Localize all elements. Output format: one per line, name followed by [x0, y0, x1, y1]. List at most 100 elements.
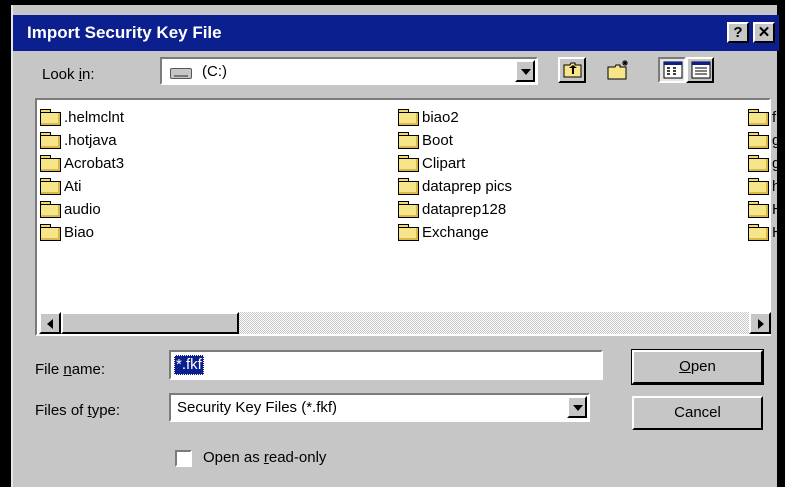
file-name: .hotjava: [64, 132, 117, 149]
list-item[interactable]: H: [748, 223, 783, 245]
file-name: biao2: [422, 109, 459, 126]
list-item[interactable]: fr: [748, 108, 781, 130]
file-name: H: [772, 224, 783, 241]
read-only-label[interactable]: Open as read-only: [203, 449, 326, 466]
list-item[interactable]: h: [748, 177, 780, 199]
files-of-type-dropdown[interactable]: Security Key Files (*.fkf): [169, 393, 590, 422]
open-button[interactable]: Open: [631, 349, 764, 385]
files-of-type-label: Files of type:: [35, 402, 120, 419]
arrow-left-icon: [47, 319, 53, 329]
files-of-type-label-text: Files of: [35, 402, 88, 419]
list-item[interactable]: Ati: [40, 177, 82, 199]
list-item[interactable]: .helmclnt: [40, 108, 124, 130]
file-name: g: [772, 132, 781, 149]
files-of-type-dropdown-button[interactable]: [567, 396, 587, 418]
file-name: h: [772, 178, 781, 195]
files-of-type-label-suffix: ype:: [91, 402, 121, 419]
file-name: dataprep128: [422, 201, 507, 218]
file-name: Boot: [422, 132, 453, 149]
read-only-checkbox[interactable]: [175, 450, 192, 467]
folder-icon: [748, 201, 769, 218]
details-view-icon: [691, 61, 711, 79]
folder-icon: [748, 155, 769, 172]
folder-icon: [40, 201, 61, 218]
file-name-input[interactable]: *.fkf: [169, 350, 603, 380]
folder-icon: [398, 109, 419, 126]
folder-icon: [748, 132, 769, 149]
list-item[interactable]: Acrobat3: [40, 154, 124, 176]
folder-icon: [398, 132, 419, 149]
help-button[interactable]: ?: [727, 22, 749, 43]
folder-icon: [40, 109, 61, 126]
folder-icon: [40, 224, 61, 241]
up-one-level-icon: [563, 62, 582, 78]
file-list[interactable]: .helmclnt .hotjava Acrobat3 Ati audio Bi…: [35, 98, 783, 336]
list-item[interactable]: audio: [40, 200, 101, 222]
file-name: Ati: [64, 178, 82, 195]
list-item[interactable]: Boot: [398, 131, 453, 153]
file-name: Clipart: [422, 155, 466, 172]
scroll-right-button[interactable]: [749, 312, 771, 334]
list-item[interactable]: Clipart: [398, 154, 465, 176]
list-item[interactable]: dataprep pics: [398, 177, 512, 199]
file-name-label-text: File: [35, 361, 64, 378]
file-name-label-suffix: ame:: [71, 361, 106, 378]
folder-icon: [398, 224, 419, 241]
look-in-value: (C:): [202, 63, 227, 80]
folder-icon: [40, 155, 61, 172]
folder-icon: [398, 201, 419, 218]
file-name-value: *.fkf: [174, 355, 204, 375]
folder-icon: [40, 178, 61, 195]
list-item[interactable]: dataprep128: [398, 200, 506, 222]
scrollbar-thumb[interactable]: [61, 312, 239, 334]
list-item[interactable]: Exchange: [398, 223, 489, 245]
file-name-label: File name:: [35, 361, 105, 378]
file-name-access-key: n: [63, 361, 72, 378]
file-name: audio: [64, 201, 101, 218]
dialog-title: Import Security Key File: [27, 23, 222, 42]
look-in-dropdown[interactable]: (C:): [160, 57, 538, 85]
list-item[interactable]: g: [748, 131, 780, 153]
file-name: Exchange: [422, 224, 489, 241]
look-in-label: Look in:: [42, 66, 95, 83]
look-in-label-suffix: n:: [82, 66, 95, 83]
up-one-level-button[interactable]: [558, 57, 586, 83]
read-only-label-suffix: ead-only: [268, 449, 327, 466]
scroll-left-button[interactable]: [39, 312, 61, 334]
list-item[interactable]: H: [748, 200, 783, 222]
hard-drive-icon: [170, 68, 192, 79]
open-access-key: O: [679, 358, 691, 375]
details-view-button[interactable]: [686, 57, 714, 83]
look-in-dropdown-button[interactable]: [515, 60, 535, 82]
file-name: Acrobat3: [64, 155, 125, 172]
window-border-left: [0, 0, 11, 487]
folder-icon: [398, 178, 419, 195]
import-security-key-dialog: Import Security Key File ? ✕ Look in: (C…: [11, 5, 783, 487]
file-name: dataprep pics: [422, 178, 513, 195]
create-new-folder-icon: [607, 60, 628, 80]
list-item[interactable]: Biao: [40, 223, 94, 245]
chevron-down-icon: [521, 69, 531, 75]
create-new-folder-button[interactable]: [604, 57, 632, 83]
horizontal-scrollbar[interactable]: [39, 312, 771, 334]
look-in-label-text: Look: [42, 66, 79, 83]
files-of-type-value: Security Key Files (*.fkf): [177, 399, 338, 416]
folder-icon: [748, 224, 769, 241]
list-item[interactable]: biao2: [398, 108, 459, 130]
chevron-down-icon: [573, 405, 583, 411]
title-bar[interactable]: Import Security Key File ? ✕: [13, 15, 779, 51]
folder-icon: [748, 109, 769, 126]
list-view-button[interactable]: [658, 57, 686, 83]
list-item[interactable]: g: [748, 154, 780, 176]
open-button-face: Open: [632, 350, 763, 384]
close-button[interactable]: ✕: [753, 22, 775, 43]
file-name: g: [772, 155, 781, 172]
cancel-button[interactable]: Cancel: [632, 396, 763, 430]
list-item[interactable]: .hotjava: [40, 131, 117, 153]
cancel-button-label: Cancel: [674, 404, 721, 421]
list-view-icon: [663, 61, 683, 79]
folder-icon: [40, 132, 61, 149]
folder-icon: [748, 178, 769, 195]
cancel-button-face: Cancel: [632, 396, 763, 430]
open-button-label: pen: [690, 358, 716, 375]
